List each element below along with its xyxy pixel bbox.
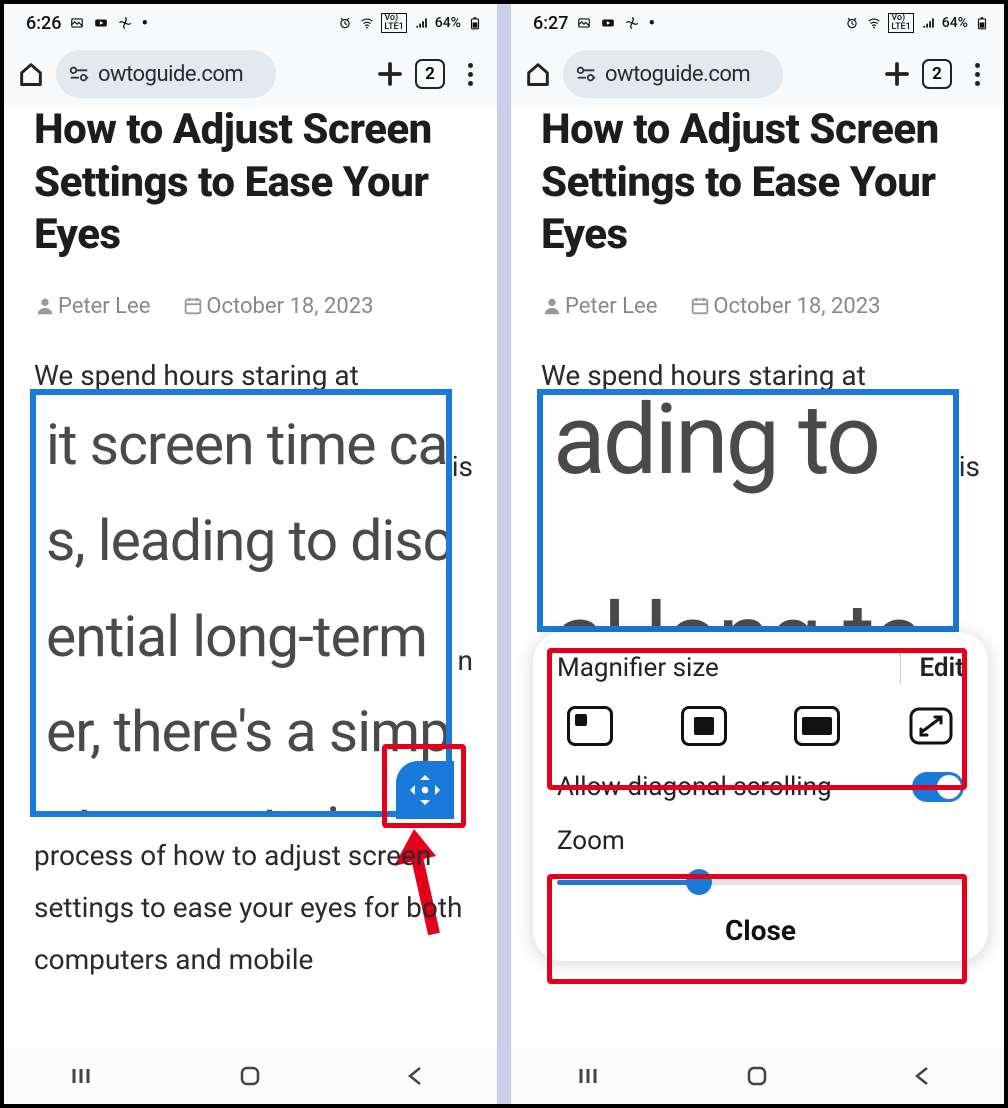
home-icon[interactable] [16, 60, 46, 88]
magnified-text: it screen time ca s, leading to disc ent… [36, 395, 446, 817]
menu-icon[interactable] [962, 59, 992, 89]
site-settings-icon [575, 63, 597, 85]
volte-icon: Vo)LTE1 [888, 13, 913, 33]
url-text: owtoguide.com [605, 62, 750, 87]
magnified-text: ading to al long-te [543, 389, 953, 632]
recents-button[interactable] [69, 1064, 103, 1088]
android-nav [511, 1048, 1004, 1104]
status-time: 6:26 [26, 13, 61, 34]
diagonal-scrolling-toggle[interactable] [912, 772, 964, 802]
article-title: How to Adjust Screen Settings to Ease Yo… [34, 104, 471, 262]
diagonal-scrolling-label: Allow diagonal scrolling [557, 772, 832, 802]
date: October 18, 2023 [713, 294, 880, 319]
new-tab-icon[interactable] [882, 59, 912, 89]
calendar-icon [689, 295, 711, 317]
edit-button[interactable]: Edit [919, 653, 964, 683]
battery-percent: 64% [942, 15, 968, 31]
battery-percent: 64% [435, 15, 461, 31]
magnifier-settings-panel: Magnifier size Edit Allow diagonal scrol… [533, 632, 988, 961]
size-options [557, 706, 964, 746]
android-nav [4, 1048, 497, 1104]
browser-toolbar: owtoguide.com 2 [511, 42, 1004, 106]
status-bar: 6:26 • Vo)LTE1 64% [4, 4, 497, 42]
alarm-icon [337, 16, 353, 30]
author: Peter Lee [565, 294, 657, 319]
tabs-button[interactable]: 2 [922, 59, 952, 89]
home-icon[interactable] [523, 60, 553, 88]
date: October 18, 2023 [206, 294, 373, 319]
article-area: How to Adjust Screen Settings to Ease Yo… [4, 104, 497, 392]
more-dot: • [648, 13, 654, 34]
wifi-icon [359, 16, 375, 30]
magnifier-window[interactable]: ading to al long-te [537, 389, 959, 632]
size-small-button[interactable] [567, 706, 613, 746]
bg-text-is: is [452, 450, 473, 483]
phone-left: 6:26 • Vo)LTE1 64% owtoguide.com 2 How t… [4, 4, 497, 1104]
article-area: How to Adjust Screen Settings to Ease Yo… [511, 104, 1004, 392]
url-bar[interactable]: owtoguide.com [563, 50, 783, 98]
recents-button[interactable] [576, 1064, 610, 1088]
intro-text: We spend hours staring at [34, 359, 471, 392]
url-text: owtoguide.com [98, 62, 243, 87]
intro-text: We spend hours staring at [541, 359, 978, 392]
zoom-slider[interactable] [557, 872, 964, 892]
signal-icon [413, 16, 429, 30]
battery-icon [974, 16, 990, 30]
article-title: How to Adjust Screen Settings to Ease Yo… [541, 104, 978, 262]
size-fullscreen-button[interactable] [908, 706, 954, 746]
status-bar: 6:27 • Vo)LTE1 64% [511, 4, 1004, 42]
site-settings-icon [68, 63, 90, 85]
signal-icon [920, 16, 936, 30]
new-tab-icon[interactable] [375, 59, 405, 89]
person-icon [541, 295, 563, 317]
battery-icon [467, 16, 483, 30]
bg-text-n: n [458, 644, 473, 677]
tabs-count: 2 [425, 64, 435, 84]
divider [900, 652, 901, 684]
menu-icon[interactable] [455, 59, 485, 89]
magnifier-window[interactable]: it screen time ca s, leading to disc ent… [30, 389, 452, 817]
image-icon [69, 16, 85, 30]
status-time: 6:27 [533, 13, 568, 34]
bg-text-is: is [959, 450, 980, 483]
calendar-icon [182, 295, 204, 317]
youtube-icon [93, 16, 109, 30]
after-text: process of how to adjust screen settings… [34, 830, 471, 985]
home-button[interactable] [740, 1064, 774, 1088]
url-bar[interactable]: owtoguide.com [56, 50, 276, 98]
more-dot: • [141, 13, 147, 34]
screenshot-divider [497, 4, 511, 1104]
back-button[interactable] [905, 1064, 939, 1088]
tabs-button[interactable]: 2 [415, 59, 445, 89]
fan-icon [117, 16, 133, 30]
fan-icon [624, 16, 640, 30]
image-icon [576, 16, 592, 30]
phone-right: 6:27 • Vo)LTE1 64% owtoguide.com 2 How t… [511, 4, 1004, 1104]
size-large-button[interactable] [794, 706, 840, 746]
back-button[interactable] [398, 1064, 432, 1088]
author: Peter Lee [58, 294, 150, 319]
person-icon [34, 295, 56, 317]
home-button[interactable] [233, 1064, 267, 1088]
zoom-label: Zoom [557, 826, 964, 856]
wifi-icon [866, 16, 882, 30]
youtube-icon [600, 16, 616, 30]
magnifier-move-handle[interactable] [396, 761, 454, 819]
alarm-icon [844, 16, 860, 30]
volte-icon: Vo)LTE1 [381, 13, 406, 33]
magnifier-size-label: Magnifier size [557, 653, 719, 683]
size-medium-button[interactable] [681, 706, 727, 746]
article-meta: Peter Lee October 18, 2023 [34, 294, 471, 319]
browser-toolbar: owtoguide.com 2 [4, 42, 497, 106]
close-button[interactable]: Close [557, 914, 964, 947]
article-meta: Peter Lee October 18, 2023 [541, 294, 978, 319]
tabs-count: 2 [932, 64, 942, 84]
